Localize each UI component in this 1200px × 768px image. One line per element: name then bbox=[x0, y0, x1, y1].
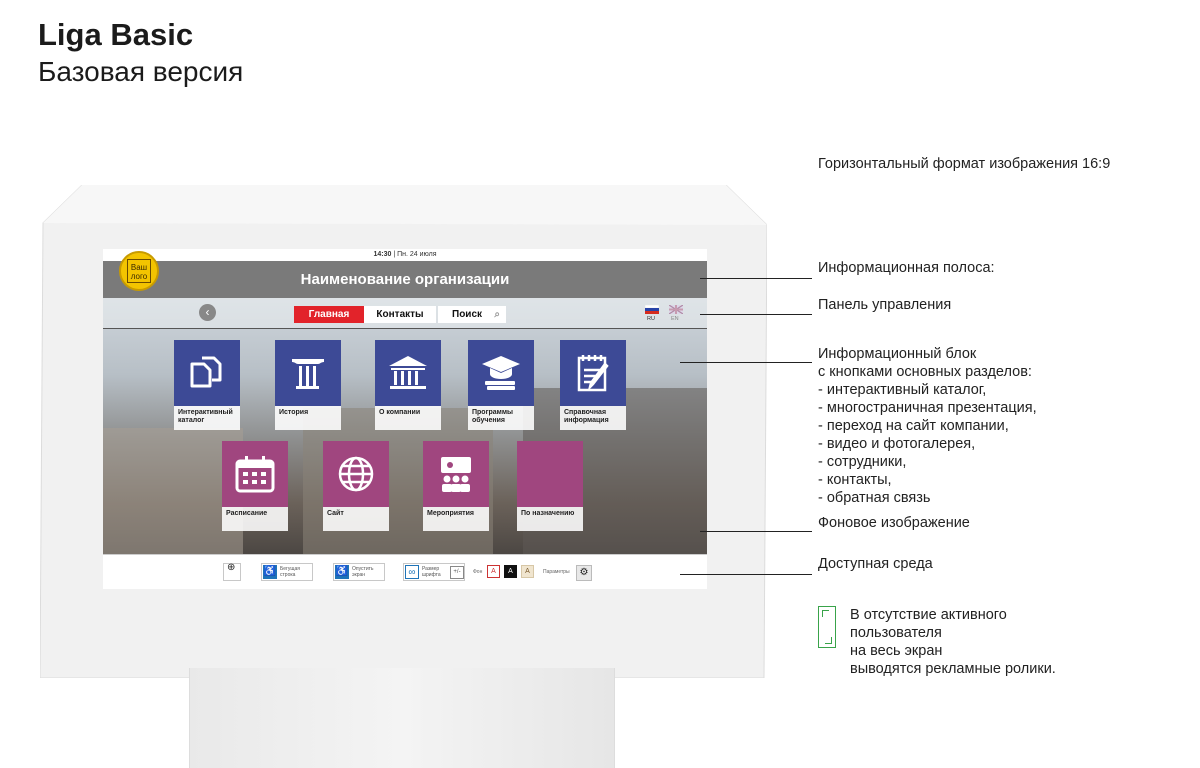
font-size-button[interactable]: ∞ Размер шрифта +/- bbox=[403, 563, 465, 581]
empty-tile bbox=[517, 441, 583, 507]
idle-line: В отсутствие активного bbox=[850, 607, 1007, 623]
leader-accessible bbox=[680, 574, 812, 575]
font-size-label: Размер шрифта bbox=[422, 566, 441, 578]
nav-main-button[interactable]: Главная bbox=[294, 306, 364, 323]
zoom-icon: ⊕ bbox=[227, 562, 236, 573]
theme-black-button[interactable]: A bbox=[504, 565, 517, 578]
search-icon: ⌕ bbox=[494, 309, 500, 320]
logo-text: Ваш лого bbox=[127, 259, 151, 283]
documents-icon bbox=[174, 340, 240, 406]
info-block-line: - видео и фотогалерея, bbox=[818, 436, 976, 452]
annotation-info-bar: Информационная полоса: bbox=[818, 260, 995, 276]
organization-name: Наименование организации bbox=[300, 271, 510, 288]
graduation-cap-icon bbox=[468, 340, 534, 406]
tile-label: История bbox=[275, 406, 341, 430]
idle-line: выводятся рекламные ролики. bbox=[850, 661, 1056, 677]
tile-label: Сайт bbox=[323, 507, 389, 531]
kiosk-stand bbox=[189, 668, 615, 768]
info-block-line: - многостраничная презентация, bbox=[818, 400, 1037, 416]
lang-en-label: EN bbox=[671, 316, 679, 322]
idle-line: на весь экран bbox=[850, 643, 943, 659]
notepad-icon bbox=[560, 340, 626, 406]
annotation-background: Фоновое изображение bbox=[818, 515, 970, 531]
annotation-accessible: Доступная среда bbox=[818, 556, 933, 572]
params-label: Параметры bbox=[543, 569, 570, 575]
glasses-icon: ∞ bbox=[405, 565, 419, 579]
page-title: Liga Basic bbox=[38, 17, 194, 52]
control-panel: ‹ Главная Контакты Поиск ⌕ RU EN bbox=[103, 298, 707, 329]
info-block-line: - контакты, bbox=[818, 472, 892, 488]
search-label: Поиск bbox=[452, 309, 483, 320]
info-block-line: Информационный блок bbox=[818, 346, 977, 362]
theme-beige-button[interactable]: A bbox=[521, 565, 534, 578]
leader-info-block bbox=[680, 362, 812, 363]
info-block-line: - сотрудники, bbox=[818, 454, 907, 470]
background-label: Фон bbox=[473, 569, 483, 575]
leader-background bbox=[700, 531, 812, 532]
annotation-control-panel: Панель управления bbox=[818, 297, 952, 313]
tile-label: Мероприятия bbox=[423, 507, 489, 531]
tile-label: Расписание bbox=[222, 507, 288, 531]
search-button[interactable]: Поиск ⌕ bbox=[438, 306, 506, 323]
company-logo[interactable]: Ваш лого bbox=[119, 251, 159, 291]
ticker-button[interactable]: ♿ Бегущая строка bbox=[261, 563, 313, 581]
back-button[interactable]: ‹ bbox=[199, 304, 216, 321]
fullscreen-icon bbox=[818, 606, 836, 648]
tile-label: О компании bbox=[375, 406, 441, 430]
flag-en-icon[interactable] bbox=[669, 305, 683, 314]
leader-info-bar bbox=[700, 278, 812, 279]
info-block-line: - переход на сайт компании, bbox=[818, 418, 1009, 434]
tile-label: По назначению bbox=[517, 507, 583, 531]
status-bar: 14:30 | Пн. 24 июля bbox=[103, 249, 707, 261]
gear-icon[interactable]: ⚙ bbox=[576, 565, 592, 581]
flag-ru-icon[interactable] bbox=[645, 305, 659, 314]
ear-icon: ♿ bbox=[263, 565, 277, 579]
tile-label: Интерактивный каталог bbox=[174, 406, 240, 430]
audience-icon bbox=[423, 441, 489, 507]
wheelchair-icon: ♿ bbox=[335, 565, 349, 579]
lower-screen-label: Опустить экран bbox=[352, 566, 374, 578]
theme-white-button[interactable]: A bbox=[487, 565, 500, 578]
idle-line: пользователя bbox=[850, 625, 942, 641]
kiosk-screen: 14:30 | Пн. 24 июля Наименование организ… bbox=[103, 249, 707, 589]
status-time: 14:30 bbox=[373, 251, 392, 258]
calendar-icon bbox=[222, 441, 288, 507]
lang-ru-label: RU bbox=[647, 316, 655, 322]
column-icon bbox=[275, 340, 341, 406]
info-block-line: с кнопками основных разделов: bbox=[818, 364, 1032, 380]
format-note: Горизонтальный формат изображения 16:9 bbox=[818, 156, 1111, 172]
annotation-idle: В отсутствие активного пользователя на в… bbox=[850, 606, 1056, 678]
building-icon bbox=[375, 340, 441, 406]
tile-label: Программы обучения bbox=[468, 406, 534, 430]
leader-control-panel bbox=[700, 314, 812, 315]
annotation-info-block: Информационный блок с кнопками основных … bbox=[818, 345, 1037, 507]
nav-contacts-button[interactable]: Контакты bbox=[364, 306, 436, 323]
lower-screen-button[interactable]: ♿ Опустить экран bbox=[333, 563, 385, 581]
globe-icon bbox=[323, 441, 389, 507]
font-size-plus-minus[interactable]: +/- bbox=[450, 566, 464, 579]
zoom-button[interactable]: ⊕ bbox=[223, 563, 241, 581]
info-bar: Наименование организации bbox=[103, 261, 707, 298]
info-block-line: - интерактивный каталог, bbox=[818, 382, 987, 398]
status-date: Пн. 24 июля bbox=[397, 251, 437, 258]
info-block-line: - обратная связь bbox=[818, 490, 931, 506]
tile-label: Справочная информация bbox=[560, 406, 626, 430]
ticker-label: Бегущая строка bbox=[280, 566, 300, 578]
accessibility-bar: ⊕ ♿ Бегущая строка ♿ Опустить экран ∞ Ра… bbox=[103, 554, 707, 589]
page-subtitle: Базовая версия bbox=[38, 56, 244, 87]
